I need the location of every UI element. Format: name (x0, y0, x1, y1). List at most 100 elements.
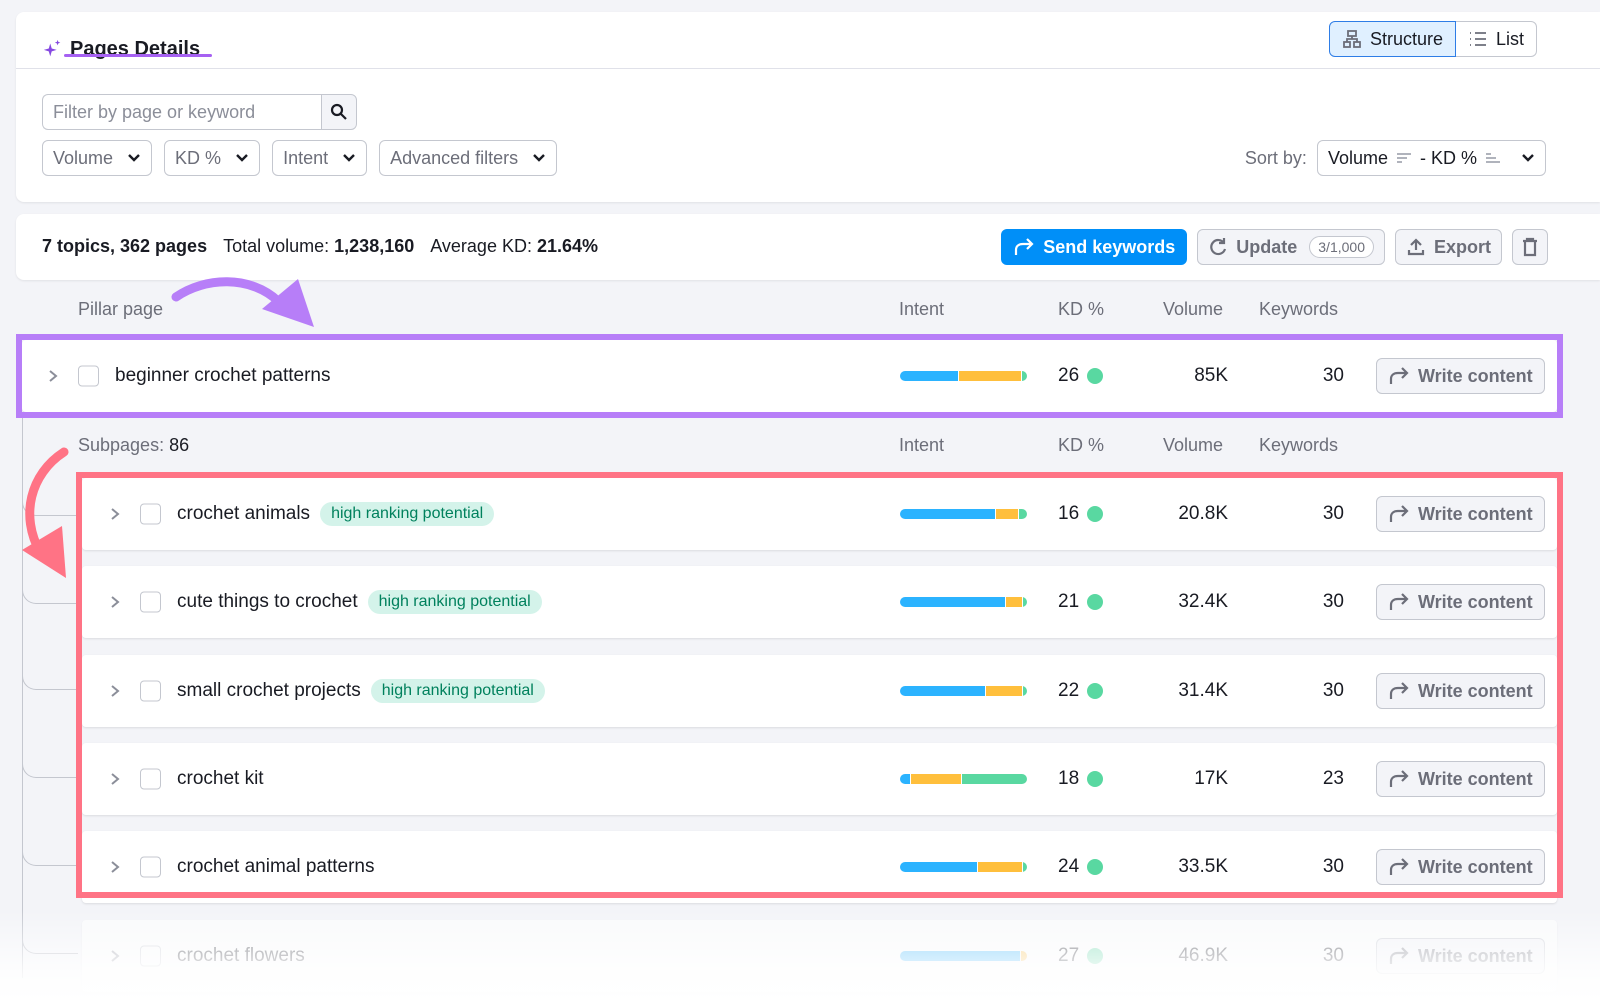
expand-chevron-icon[interactable] (110, 860, 120, 874)
intent-informational-segment (900, 951, 1020, 961)
kd-column-header[interactable]: KD % (1058, 435, 1104, 456)
filter-search-input[interactable] (42, 94, 321, 130)
volume-value: 20.8K (1178, 503, 1228, 524)
subpage-row[interactable]: crochet animals high ranking potential 1… (82, 478, 1557, 550)
write-content-button[interactable]: Write content (1376, 938, 1545, 974)
share-arrow-icon (1389, 505, 1409, 522)
expand-chevron-icon[interactable] (110, 772, 120, 786)
subpage-row[interactable]: small crochet projects high ranking pote… (82, 655, 1557, 727)
update-limit-badge: 3/1,000 (1309, 236, 1374, 258)
intent-filter-dropdown[interactable]: Intent (272, 140, 368, 176)
export-button[interactable]: Export (1394, 229, 1502, 265)
sort-primary: Volume (1327, 147, 1388, 168)
tree-branch (22, 924, 78, 954)
intent-column-header[interactable]: Intent (899, 435, 944, 456)
sort-dropdown[interactable]: Volume - KD % (1316, 140, 1546, 176)
send-keywords-button[interactable]: Send keywords (1001, 229, 1188, 265)
keywords-count: 30 (1322, 856, 1344, 877)
page-name: crochet animal patterns (177, 856, 375, 877)
kd-indicator-dot (1087, 368, 1104, 384)
intent-column-header[interactable]: Intent (899, 299, 944, 320)
tab-pages-details[interactable]: Pages Details (42, 26, 200, 72)
advanced-filters-dropdown[interactable]: Advanced filters (379, 140, 558, 176)
row-checkbox[interactable] (140, 856, 161, 878)
intent-commercial-segment (978, 862, 1023, 872)
expand-chevron-icon[interactable] (110, 949, 120, 963)
intent-bar (900, 686, 1027, 696)
kd-indicator-dot (1087, 859, 1104, 875)
list-view-button[interactable]: List (1456, 21, 1538, 57)
intent-commercial-segment (1005, 597, 1023, 607)
volume-filter-label: Volume (53, 147, 114, 168)
delete-button[interactable] (1512, 229, 1548, 265)
row-checkbox[interactable] (140, 680, 161, 702)
expand-chevron-icon[interactable] (110, 507, 120, 521)
write-content-button[interactable]: Write content (1376, 849, 1545, 885)
kd-value: 26 (1058, 365, 1104, 387)
expand-chevron-icon[interactable] (110, 595, 120, 609)
chevron-down-icon (236, 154, 248, 162)
intent-informational-segment (900, 509, 995, 519)
keywords-column-header[interactable]: Keywords (1259, 435, 1338, 456)
row-checkbox[interactable] (140, 591, 161, 613)
kd-indicator-dot (1087, 506, 1104, 522)
kd-filter-dropdown[interactable]: KD % (164, 140, 261, 176)
send-keywords-label: Send keywords (1043, 236, 1176, 257)
intent-transactional-segment (1019, 509, 1027, 519)
keywords-column-header[interactable]: Keywords (1259, 299, 1338, 320)
structure-label: Structure (1370, 28, 1444, 49)
chevron-down-icon (343, 154, 355, 162)
row-checkbox[interactable] (78, 365, 99, 387)
intent-commercial-segment (985, 686, 1023, 696)
topics-pages-count: 7 topics, 362 pages (42, 236, 208, 256)
write-content-button[interactable]: Write content (1376, 358, 1545, 394)
subpage-row[interactable]: crochet flowers 27 46.9K 30 Write conten… (82, 920, 1557, 992)
write-content-button[interactable]: Write content (1376, 673, 1545, 709)
intent-informational-segment (900, 371, 958, 381)
intent-transactional-segment (1022, 371, 1027, 381)
volume-value: 46.9K (1178, 945, 1228, 966)
intent-bar (900, 509, 1027, 519)
trash-icon (1523, 237, 1537, 257)
subpage-row[interactable]: crochet kit 18 17K 23 Write content (82, 743, 1557, 815)
tree-branch (22, 836, 78, 866)
keywords-count: 30 (1322, 945, 1344, 966)
row-checkbox[interactable] (140, 945, 161, 967)
intent-commercial-segment (958, 371, 1021, 381)
intent-commercial-segment (911, 774, 961, 784)
write-content-button[interactable]: Write content (1376, 584, 1545, 620)
kd-column-header[interactable]: KD % (1058, 299, 1104, 320)
keywords-count: 30 (1322, 503, 1344, 524)
expand-chevron-icon[interactable] (48, 369, 58, 383)
expand-chevron-icon[interactable] (110, 684, 120, 698)
volume-value: 32.4K (1178, 591, 1228, 612)
search-group (42, 94, 357, 130)
intent-transactional-segment (1023, 862, 1027, 872)
intent-bar (900, 862, 1027, 872)
volume-filter-dropdown[interactable]: Volume (42, 140, 153, 176)
sort-asc-icon (1486, 153, 1500, 163)
intent-informational-segment (900, 862, 978, 872)
structure-view-button[interactable]: Structure (1329, 21, 1457, 57)
page-title: Pages Details (70, 37, 201, 60)
pillar-page-row[interactable]: beginner crochet patterns 26 85K 30 Writ… (22, 340, 1557, 412)
write-content-button[interactable]: Write content (1376, 761, 1545, 797)
tree-branch (22, 748, 78, 778)
row-checkbox[interactable] (140, 768, 161, 790)
volume-column-header[interactable]: Volume (1163, 299, 1223, 320)
row-checkbox[interactable] (140, 503, 161, 525)
chevron-down-icon (1522, 154, 1534, 162)
summary-bar: 7 topics, 362 pages Total volume: 1,238,… (16, 214, 1600, 280)
search-button[interactable] (321, 94, 357, 130)
subpage-row[interactable]: crochet animal patterns 24 33.5K 30 Writ… (82, 831, 1557, 903)
write-content-button[interactable]: Write content (1376, 496, 1545, 532)
update-button[interactable]: Update 3/1,000 (1197, 229, 1385, 265)
page-name: crochet flowers (177, 945, 305, 966)
ranking-potential-badge: high ranking potential (367, 590, 542, 614)
total-volume: Total volume: 1,238,160 (223, 236, 415, 256)
volume-column-header[interactable]: Volume (1163, 435, 1223, 456)
intent-commercial-segment (995, 509, 1019, 519)
subpage-row[interactable]: cute things to crochet high ranking pote… (82, 566, 1557, 638)
intent-informational-segment (900, 686, 985, 696)
ranking-potential-badge: high ranking potential (320, 502, 495, 526)
